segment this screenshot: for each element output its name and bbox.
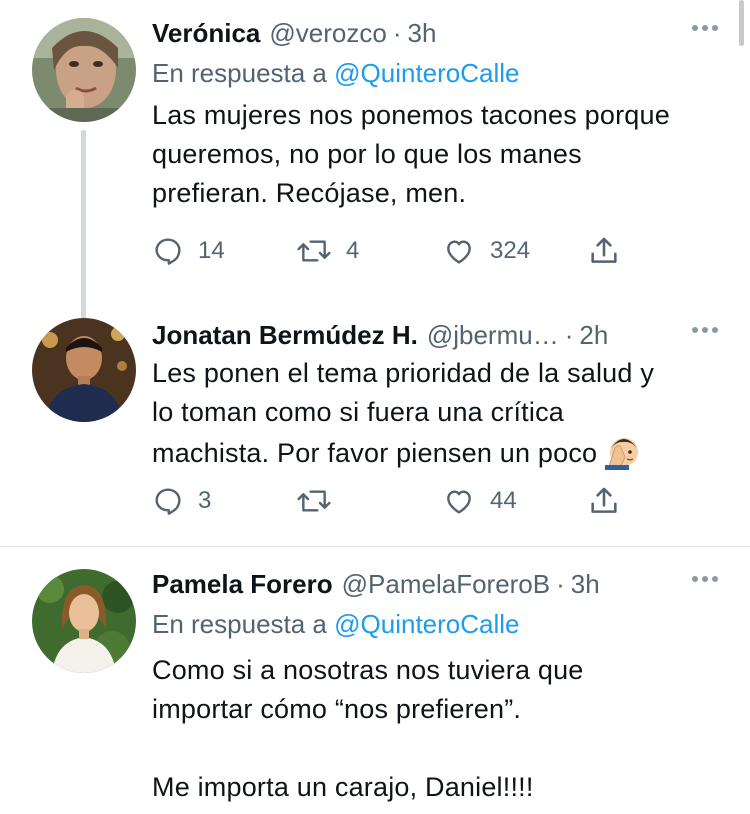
timestamp[interactable]: 3h [571, 567, 600, 601]
share-icon [591, 487, 617, 513]
thread-line [81, 130, 86, 320]
author-name[interactable]: Pamela Forero [152, 567, 333, 601]
author-name[interactable]: Jonatan Bermúdez H. [152, 318, 418, 352]
avatar-pamela[interactable] [32, 569, 136, 673]
more-icon[interactable] [690, 18, 720, 38]
reply-icon [155, 238, 181, 265]
tweet-text-line: Me importa un carajo, Daniel!!!! [152, 772, 534, 802]
tweet-text-line: importar cómo “nos prefieren”. [152, 694, 522, 724]
retweet-icon [297, 240, 331, 262]
tweet-text: Las mujeres nos ponemos tacones porque q… [152, 96, 720, 213]
separator-dot: · [392, 18, 402, 48]
like-button[interactable]: 44 [442, 481, 517, 521]
more-icon[interactable] [690, 569, 720, 589]
separator-dot: · [564, 320, 574, 350]
author-handle[interactable]: @PamelaForeroB [342, 567, 550, 601]
tweet-3[interactable]: Pamela Forero @PamelaForeroB · 3h En res… [0, 547, 750, 814]
tweet-text: Como si a nosotras nos tuviera que impor… [152, 651, 720, 807]
reply-count: 14 [198, 237, 225, 264]
share-button[interactable] [587, 231, 621, 271]
tweet-body: Verónica @verozco · 3h En respuesta a @Q… [152, 16, 720, 213]
reply-button[interactable]: 14 [152, 231, 225, 271]
tweet-header: Jonatan Bermúdez H. @jbermu… · 2h [152, 318, 720, 352]
replying-to: En respuesta a @QuinteroCalle [152, 56, 720, 90]
tweet-header: Verónica @verozco · 3h [152, 16, 720, 50]
reply-icon [155, 488, 181, 515]
reply-count: 3 [198, 487, 212, 514]
reply-prefix: En respuesta a [152, 609, 327, 639]
more-icon[interactable] [690, 320, 720, 340]
tweet-text-line: machista. Por favor piensen un poco [152, 438, 598, 468]
author-handle[interactable]: @jbermu… [427, 318, 559, 352]
tweet-1[interactable]: Verónica @verozco · 3h En respuesta a @Q… [0, 0, 750, 320]
author-handle[interactable]: @verozco [269, 16, 386, 50]
like-button[interactable]: 324 [442, 231, 530, 271]
like-icon [447, 490, 471, 514]
tweet-text-line: prefieran. Recójase, men. [152, 178, 467, 208]
tweet-text-line: Les ponen el tema prioridad de la salud … [152, 358, 655, 388]
retweet-button[interactable]: 4 [296, 231, 359, 271]
like-count: 44 [490, 487, 517, 514]
author-name[interactable]: Verónica [152, 16, 260, 50]
tweet-body: Jonatan Bermúdez H. @jbermu… · 2h Les po… [152, 318, 720, 473]
avatar-jonatan[interactable] [32, 318, 136, 422]
tweet-text: Les ponen el tema prioridad de la salud … [152, 354, 720, 473]
tweet-text-line: queremos, no por lo que los manes [152, 139, 582, 169]
tweet-text-line: Como si a nosotras nos tuviera que [152, 655, 584, 685]
separator-dot: · [556, 569, 565, 599]
like-count: 324 [490, 237, 531, 264]
tweet-text-line: Las mujeres nos ponemos tacones porque [152, 100, 670, 130]
tweet-actions: 3 44 [152, 481, 632, 521]
share-button[interactable] [587, 481, 621, 521]
tweet-text-line: lo toman como si fuera una crítica [152, 397, 564, 427]
mention-link[interactable]: @QuinteroCalle [334, 609, 519, 639]
share-icon [591, 237, 617, 263]
avatar-veronica[interactable] [32, 18, 136, 122]
timestamp[interactable]: 2h [579, 318, 608, 352]
retweet-count: 4 [346, 237, 360, 264]
tweet-2[interactable]: Jonatan Bermúdez H. @jbermu… · 2h Les po… [0, 306, 750, 546]
tweet-text-line-with-emoji: machista. Por favor piensen un poco [152, 432, 720, 473]
retweet-icon [297, 490, 331, 512]
mention-link[interactable]: @QuinteroCalle [334, 58, 519, 88]
reply-button[interactable]: 3 [152, 481, 211, 521]
face-palm-emoji [605, 432, 643, 470]
replying-to: En respuesta a @QuinteroCalle [152, 607, 720, 641]
tweet-header: Pamela Forero @PamelaForeroB · 3h [152, 567, 720, 601]
tweet-body: Pamela Forero @PamelaForeroB · 3h En res… [152, 567, 720, 807]
retweet-button[interactable] [296, 481, 346, 521]
tweet-actions: 14 4 324 [152, 231, 632, 271]
like-icon [447, 240, 471, 264]
reply-prefix: En respuesta a [152, 58, 327, 88]
timestamp[interactable]: 3h [408, 16, 437, 50]
